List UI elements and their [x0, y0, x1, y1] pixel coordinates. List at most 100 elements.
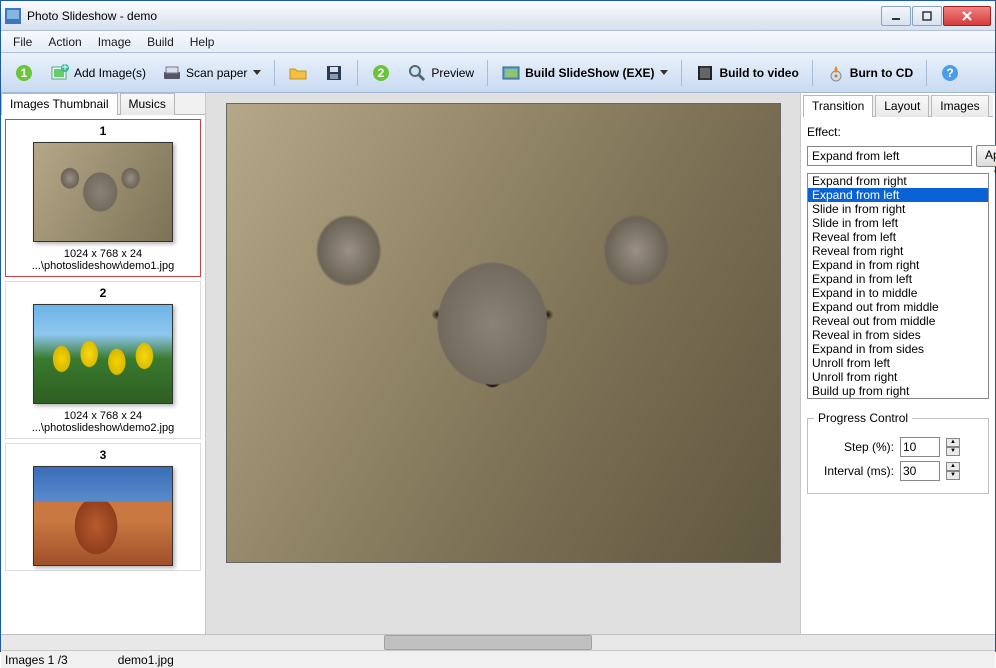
save-icon [324, 63, 344, 83]
svg-text:+: + [61, 64, 68, 74]
save-button[interactable] [317, 58, 351, 88]
scan-paper-label: Scan paper [186, 66, 247, 80]
step2-icon: 2 [371, 63, 391, 83]
interval-input[interactable] [900, 461, 940, 481]
open-button[interactable] [281, 58, 315, 88]
progress-legend: Progress Control [814, 411, 912, 425]
effect-option[interactable]: Reveal out from middle [808, 314, 988, 328]
svg-text:?: ? [946, 66, 953, 80]
statusbar: Images 1 /3 demo1.jpg [1, 650, 995, 668]
effect-option[interactable]: Expand in from left [808, 272, 988, 286]
effect-option[interactable]: Reveal from left [808, 230, 988, 244]
toolbar: 1 +Add Image(s) Scan paper 2 Preview Bui… [1, 53, 995, 93]
menu-action[interactable]: Action [40, 33, 89, 51]
thumb-info: 1024 x 768 x 24 [64, 410, 142, 422]
effect-option[interactable]: Slide in from left [808, 216, 988, 230]
tab-layout[interactable]: Layout [875, 95, 929, 117]
right-tabs: Transition Layout Images [803, 95, 993, 117]
effect-option[interactable]: Expand in from right [808, 258, 988, 272]
menu-build[interactable]: Build [139, 33, 182, 51]
scanner-icon [162, 63, 182, 83]
add-images-button[interactable]: +Add Image(s) [43, 58, 153, 88]
minimize-button[interactable] [881, 6, 911, 26]
thumbnail-item[interactable]: 2 1024 x 768 x 24 ...\photoslideshow\dem… [5, 281, 201, 439]
build-slideshow-button[interactable]: Build SlideShow (EXE) [494, 58, 675, 88]
menu-image[interactable]: Image [90, 33, 139, 51]
separator [681, 60, 682, 86]
help-button[interactable]: ? [933, 58, 967, 88]
app-icon [5, 8, 21, 24]
effect-option[interactable]: Unroll from left [808, 356, 988, 370]
maximize-button[interactable] [912, 6, 942, 26]
separator [357, 60, 358, 86]
effect-option[interactable]: Expand from right [808, 174, 988, 188]
preview-label: Preview [431, 66, 474, 80]
effect-option[interactable]: Reveal in from sides [808, 328, 988, 342]
progress-control-group: Progress Control Step (%): ▲▼ Interval (… [807, 411, 989, 494]
preview-area [206, 93, 800, 634]
step-input[interactable] [900, 437, 940, 457]
effect-option[interactable]: Expand in to middle [808, 286, 988, 300]
thumb-image [33, 142, 173, 242]
step1-icon: 1 [14, 63, 34, 83]
right-panel: Transition Layout Images Effect: Apply a… [800, 93, 995, 634]
left-tabs: Images Thumbnail Musics [1, 93, 205, 115]
burn-cd-label: Burn to CD [850, 66, 913, 80]
effect-option[interactable]: Unroll from right [808, 370, 988, 384]
status-file: demo1.jpg [118, 653, 174, 667]
effect-option[interactable]: Expand out from middle [808, 300, 988, 314]
effect-input[interactable] [807, 146, 972, 166]
interval-spinner[interactable]: ▲▼ [946, 462, 960, 480]
thumbnail-item[interactable]: 1 1024 x 768 x 24 ...\photoslideshow\dem… [5, 119, 201, 277]
effect-option[interactable]: Build up from left [808, 398, 988, 399]
window-title: Photo Slideshow - demo [27, 9, 157, 23]
thumb-number: 1 [100, 124, 107, 138]
tab-musics[interactable]: Musics [120, 93, 175, 115]
close-button[interactable] [943, 6, 991, 26]
svg-text:1: 1 [21, 66, 28, 80]
effect-option[interactable]: Slide in from right [808, 202, 988, 216]
thumb-image [33, 304, 173, 404]
preview-button[interactable]: Preview [400, 58, 481, 88]
effect-listbox[interactable]: Expand from rightExpand from leftSlide i… [807, 173, 989, 399]
build-video-button[interactable]: Build to video [688, 58, 805, 88]
burn-icon [826, 63, 846, 83]
menubar: File Action Image Build Help [1, 31, 995, 53]
main-area: Images Thumbnail Musics 1 1024 x 768 x 2… [1, 93, 995, 634]
step1-button[interactable]: 1 [7, 58, 41, 88]
apply-all-button[interactable]: Apply all [976, 145, 996, 167]
effect-option[interactable]: Reveal from right [808, 244, 988, 258]
separator [926, 60, 927, 86]
step2-button[interactable]: 2 [364, 58, 398, 88]
thumbnail-item[interactable]: 3 [5, 443, 201, 571]
chevron-down-icon [660, 70, 668, 75]
status-images: Images 1 /3 [5, 653, 68, 667]
thumbnail-list[interactable]: 1 1024 x 768 x 24 ...\photoslideshow\dem… [1, 115, 205, 634]
slideshow-icon [501, 63, 521, 83]
thumb-path: ...\photoslideshow\demo2.jpg [10, 422, 196, 434]
thumb-number: 3 [100, 448, 107, 462]
tab-images-thumbnail[interactable]: Images Thumbnail [1, 93, 118, 115]
chevron-down-icon [253, 70, 261, 75]
svg-text:2: 2 [378, 66, 385, 80]
titlebar: Photo Slideshow - demo [1, 1, 995, 31]
effect-label: Effect: [807, 125, 989, 139]
thumb-number: 2 [100, 286, 107, 300]
effect-option[interactable]: Build up from right [808, 384, 988, 398]
interval-label: Interval (ms): [814, 464, 894, 478]
tab-transition[interactable]: Transition [803, 95, 873, 117]
left-panel: Images Thumbnail Musics 1 1024 x 768 x 2… [1, 93, 206, 634]
tab-images[interactable]: Images [931, 95, 988, 117]
effect-option[interactable]: Expand from left [808, 188, 988, 202]
film-icon [695, 63, 715, 83]
build-video-label: Build to video [719, 66, 798, 80]
menu-file[interactable]: File [5, 33, 40, 51]
build-slideshow-label: Build SlideShow (EXE) [525, 66, 654, 80]
burn-cd-button[interactable]: Burn to CD [819, 58, 920, 88]
scan-paper-button[interactable]: Scan paper [155, 58, 268, 88]
effect-option[interactable]: Expand in from sides [808, 342, 988, 356]
help-icon: ? [940, 63, 960, 83]
step-spinner[interactable]: ▲▼ [946, 438, 960, 456]
menu-help[interactable]: Help [182, 33, 223, 51]
horizontal-scrollbar[interactable] [1, 634, 995, 650]
